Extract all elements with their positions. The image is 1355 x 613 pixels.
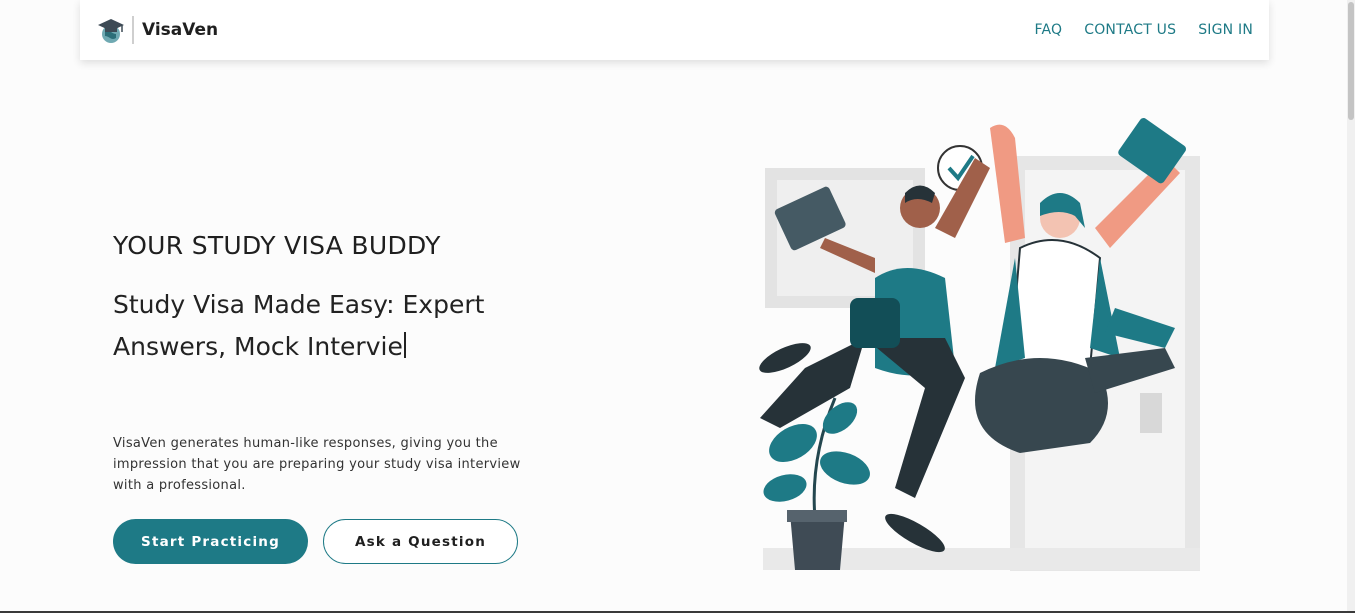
- scrollbar-thumb[interactable]: [1348, 2, 1354, 120]
- graduation-cap-logo-icon: [98, 19, 124, 43]
- nav-link-faq[interactable]: FAQ: [1035, 22, 1063, 38]
- typing-caret: [403, 332, 406, 358]
- nav-link-sign-in[interactable]: SIGN IN: [1198, 22, 1253, 38]
- hero-title: Study Visa Made Easy: Expert Answers, Mo…: [113, 284, 533, 368]
- students-high-five-illustration: [759, 118, 1200, 571]
- vertical-scrollbar[interactable]: [1347, 0, 1355, 613]
- start-practicing-button[interactable]: Start Practicing: [113, 519, 308, 564]
- top-navbar: VisaVen FAQ CONTACT US SIGN IN: [80, 0, 1269, 60]
- nav-links: FAQ CONTACT US SIGN IN: [1035, 22, 1254, 38]
- hero-title-text: Study Visa Made Easy: Expert Answers, Mo…: [113, 290, 485, 361]
- hero-description: VisaVen generates human-like responses, …: [113, 436, 521, 493]
- brand-divider: [132, 16, 134, 44]
- brand-name: VisaVen: [142, 20, 219, 40]
- nav-link-contact-us[interactable]: CONTACT US: [1084, 22, 1176, 38]
- brand[interactable]: VisaVen: [96, 15, 218, 45]
- hero-eyebrow: YOUR STUDY VISA BUDDY: [113, 231, 441, 260]
- ask-question-button[interactable]: Ask a Question: [323, 519, 518, 564]
